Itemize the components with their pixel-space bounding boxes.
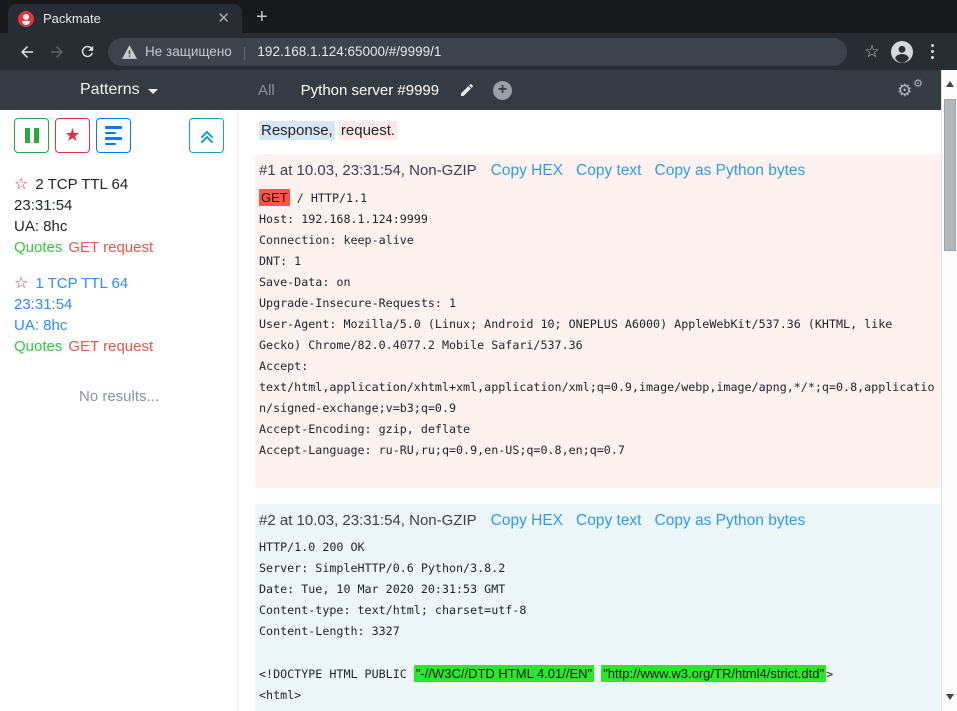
back-icon[interactable] (12, 37, 42, 67)
packet-list: #1 at 10.03, 23:31:54, Non-GZIP Copy HEX C… (255, 154, 944, 711)
scrollbar-thumb[interactable] (944, 99, 956, 251)
legend: Response, request. (259, 122, 944, 139)
filter-list-button[interactable] (96, 118, 131, 153)
packet-line: Accept: text/html,application/xhtml+xml,… (259, 356, 936, 419)
settings-gears-icon[interactable]: ⚙⚙ (897, 79, 923, 101)
add-service-button[interactable]: + (493, 81, 512, 100)
scroll-down-arrow-icon[interactable] (942, 687, 957, 707)
stream-tag: GET request (68, 338, 153, 355)
patterns-label: Patterns (80, 81, 140, 99)
packet-line: Date: Tue, 10 Mar 2020 20:31:53 GMT (259, 579, 936, 600)
align-left-icon (105, 126, 122, 145)
stream-list: ☆2 TCP TTL 6423:31:54UA: 8hcQuotesGET re… (14, 174, 224, 357)
packmate-favicon-icon (18, 11, 34, 27)
packet-line (259, 642, 936, 663)
packet-line: Server: SimpleHTTP/0.6 Python/3.8.2 (259, 558, 936, 579)
copy-action[interactable]: Copy HEX (491, 512, 563, 530)
favorite-star-icon[interactable]: ☆ (14, 176, 28, 193)
app-header: Patterns All Python server #9999 + ⚙⚙ (0, 70, 941, 110)
bookmark-star-icon[interactable]: ☆ (857, 37, 887, 67)
pause-button[interactable] (14, 118, 49, 153)
packet-id: #1 at 10.03, 23:31:54, Non-GZIP (259, 162, 477, 179)
packet-line: Content-type: text/html; charset=utf-8 (259, 600, 936, 621)
browser-tab-strip: Packmate ✕ + (0, 0, 957, 33)
packet-line: Upgrade-Insecure-Requests: 1 (259, 293, 936, 314)
stream-ua: UA: 8hc (14, 315, 224, 336)
tab-all[interactable]: All (258, 82, 275, 99)
packet-line: Content-Length: 3327 (259, 621, 936, 642)
menu-kebab-icon[interactable] (917, 37, 947, 67)
tab-service[interactable]: Python server #9999 (301, 82, 439, 99)
scroll-up-arrow-icon[interactable] (942, 74, 957, 94)
tab-title: Packmate (43, 11, 215, 26)
packet-body: GET / HTTP/1.1Host: 192.168.1.124:9999Co… (259, 187, 936, 482)
url-text: 192.168.1.124:65000/#/9999/1 (257, 44, 441, 59)
highlight-green: "http://www.w3.org/TR/html4/strict.dtd" (601, 665, 826, 682)
highlight-red: GET (259, 189, 290, 206)
collapse-button[interactable] (189, 118, 224, 153)
packet-line: Save-Data: on (259, 272, 936, 293)
edit-pencil-icon[interactable] (459, 82, 475, 98)
stream-tags: Quotes GET request (14, 237, 224, 258)
favorites-button[interactable]: ★ (55, 118, 90, 153)
packet-line: Accept-Language: ru-RU,ru;q=0.9,en-US;q=… (259, 440, 936, 461)
copy-action[interactable]: Copy HEX (491, 162, 563, 180)
pause-icon (25, 128, 39, 143)
packet-line: Connection: keep-alive (259, 230, 936, 251)
copy-action[interactable]: Copy text (576, 512, 641, 530)
stream-tag: Quotes (14, 338, 62, 355)
new-tab-button[interactable]: + (256, 7, 268, 27)
sidebar: ★ ☆2 TCP TTL 6423:31:54UA: 8hcQuotesGET … (0, 110, 238, 711)
packet-line: Host: 192.168.1.124:9999 (259, 209, 936, 230)
browser-toolbar: Не защищено | 192.168.1.124:65000/#/9999… (0, 33, 957, 70)
browser-tab[interactable]: Packmate ✕ (8, 4, 242, 33)
stream-tags: Quotes GET request (14, 336, 224, 357)
stream-ua: UA: 8hc (14, 216, 224, 237)
stream-title: 1 TCP TTL 64 (35, 275, 128, 292)
scrollbar[interactable] (941, 70, 957, 711)
packet-line: Accept-Encoding: gzip, deflate (259, 419, 936, 440)
stream-tag: Quotes (14, 239, 62, 256)
patterns-dropdown[interactable]: Patterns (80, 81, 158, 99)
stream-time: 23:31:54 (14, 294, 224, 315)
packet-line: DNT: 1 (259, 251, 936, 272)
profile-icon[interactable] (887, 37, 917, 67)
forward-icon[interactable] (42, 37, 72, 67)
packet-line: <!DOCTYPE HTML PUBLIC "-//W3C//DTD HTML … (259, 663, 936, 685)
legend-request: request. (339, 121, 397, 140)
main-panel: Response, request. #1 at 10.03, 23:31:54… (238, 110, 957, 711)
packet-line: GET / HTTP/1.1 (259, 187, 936, 209)
packet-body: HTTP/1.0 200 OKServer: SimpleHTTP/0.6 Py… (259, 537, 936, 706)
packet-panel-request: #1 at 10.03, 23:31:54, Non-GZIP Copy HEX C… (255, 154, 944, 488)
reload-icon[interactable] (72, 37, 102, 67)
copy-action[interactable]: Copy text (576, 162, 641, 180)
stream-tag: GET request (68, 239, 153, 256)
chevron-double-up-icon (199, 128, 215, 144)
stream-time: 23:31:54 (14, 195, 224, 216)
packet-id: #2 at 10.03, 23:31:54, Non-GZIP (259, 512, 477, 529)
packet-line: HTTP/1.0 200 OK (259, 537, 936, 558)
packet-line (259, 461, 936, 482)
warning-icon (122, 45, 137, 59)
legend-response: Response, (259, 121, 335, 140)
omnibox-separator: | (243, 44, 247, 60)
security-label: Не защищено (145, 44, 232, 59)
caret-down-icon (148, 89, 158, 94)
star-icon: ★ (64, 125, 80, 146)
copy-action[interactable]: Copy as Python bytes (655, 512, 806, 530)
favorite-star-icon[interactable]: ☆ (14, 275, 28, 292)
stream-title: 2 TCP TTL 64 (35, 176, 128, 193)
stream-item[interactable]: ☆ 2 TCP TTL 64 23:31:54UA: 8hc Quotes GET re… (14, 174, 224, 258)
no-results-label: No results... (14, 388, 224, 405)
close-tab-icon[interactable]: ✕ (215, 11, 232, 26)
address-bar[interactable]: Не защищено | 192.168.1.124:65000/#/9999… (108, 38, 847, 66)
packet-line: User-Agent: Mozilla/5.0 (Linux; Android … (259, 314, 936, 356)
highlight-green: "-//W3C//DTD HTML 4.01//EN" (414, 665, 594, 682)
stream-item[interactable]: ☆ 1 TCP TTL 64 23:31:54UA: 8hc Quotes GET re… (14, 273, 224, 357)
packet-panel-response: #2 at 10.03, 23:31:54, Non-GZIP Copy HEX C… (255, 504, 944, 711)
packet-line: <html> (259, 685, 936, 706)
copy-action[interactable]: Copy as Python bytes (655, 162, 806, 180)
